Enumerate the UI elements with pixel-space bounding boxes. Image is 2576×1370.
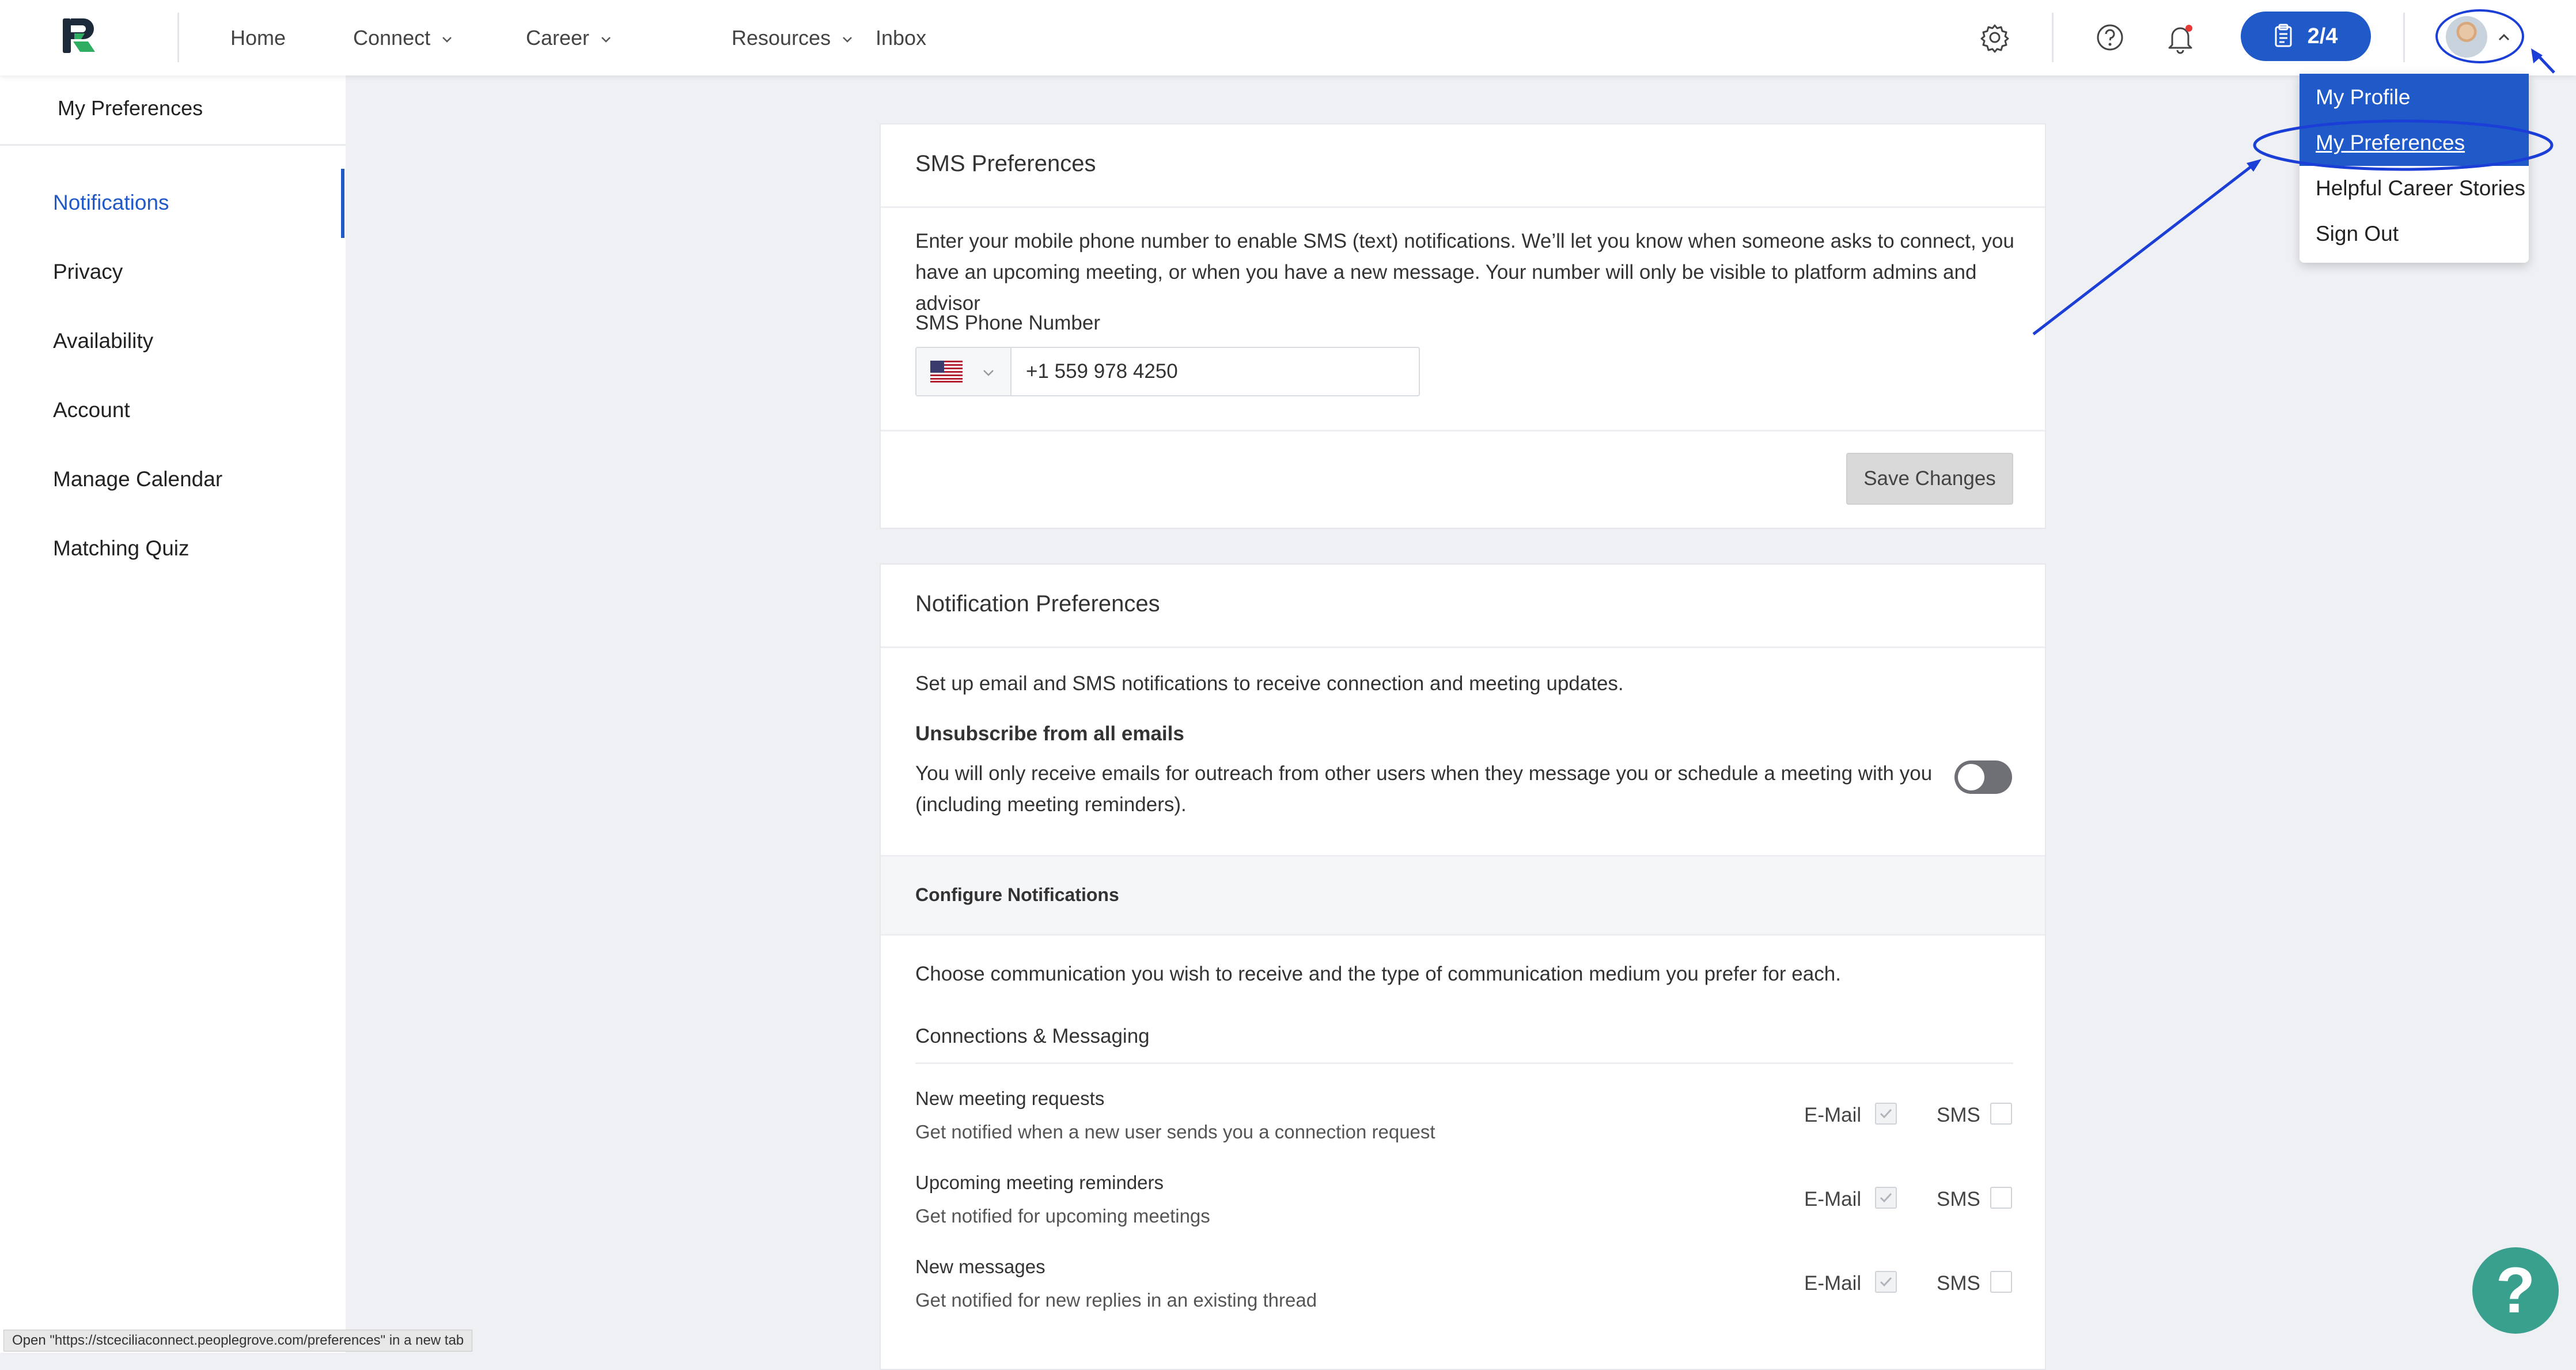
preferences-sidebar: My Preferences Notifications Privacy Ava… xyxy=(0,75,346,1353)
sms-label: SMS xyxy=(1937,1188,1980,1210)
annotation-arrow xyxy=(2032,164,2255,335)
sms-checkbox[interactable] xyxy=(1990,1187,2012,1209)
phone-field-group xyxy=(915,347,1420,396)
notification-row-title: Upcoming meeting reminders xyxy=(915,1172,1164,1193)
menu-item-sign-out[interactable]: Sign Out xyxy=(2316,222,2399,246)
unsubscribe-description: (including meeting reminders). xyxy=(915,793,1187,816)
unsubscribe-description: You will only receive emails for outreac… xyxy=(915,762,1933,785)
help-circle-icon[interactable] xyxy=(2093,21,2127,54)
annotation-circle xyxy=(2435,9,2524,63)
nav-connect[interactable]: Connect xyxy=(353,0,453,75)
divider xyxy=(881,206,2045,208)
menu-item-my-preferences[interactable]: My Preferences xyxy=(2316,131,2465,155)
unsubscribe-toggle[interactable] xyxy=(1954,760,2012,794)
sms-checkbox[interactable] xyxy=(1990,1103,2012,1125)
notification-intro: Set up email and SMS notifications to re… xyxy=(915,672,1624,695)
section-title: Connections & Messaging xyxy=(915,1025,1150,1047)
divider xyxy=(915,1062,2013,1064)
active-indicator xyxy=(341,169,344,238)
sidebar-header: My Preferences xyxy=(0,75,346,146)
email-checkbox[interactable] xyxy=(1875,1187,1897,1209)
card-title: SMS Preferences xyxy=(915,151,1096,176)
sms-label: SMS xyxy=(1937,1272,1980,1295)
configure-description: Choose communication you wish to receive… xyxy=(915,963,1841,985)
bell-icon[interactable] xyxy=(2164,21,2197,54)
unsubscribe-title: Unsubscribe from all emails xyxy=(915,722,1184,745)
nav-career[interactable]: Career xyxy=(526,0,612,75)
email-label: E-Mail xyxy=(1804,1188,1862,1210)
check-icon xyxy=(1880,1277,1892,1287)
top-navbar: Home Connect Career Resources Inbox 2/4 xyxy=(0,0,2576,75)
check-icon xyxy=(1880,1193,1892,1203)
sidebar-item-account[interactable]: Account xyxy=(53,398,130,422)
nav-inbox[interactable]: Inbox xyxy=(876,0,926,75)
menu-item-my-profile[interactable]: My Profile xyxy=(2316,85,2410,109)
configure-notifications-title: Configure Notifications xyxy=(915,884,1119,905)
save-changes-button[interactable]: Save Changes xyxy=(1846,453,2013,505)
sidebar-item-privacy[interactable]: Privacy xyxy=(53,260,123,284)
divider xyxy=(881,855,2045,857)
phone-label: SMS Phone Number xyxy=(915,312,1100,334)
email-label: E-Mail xyxy=(1804,1104,1862,1126)
sidebar-item-availability[interactable]: Availability xyxy=(53,329,153,353)
nav-divider xyxy=(177,13,179,62)
notification-row-desc: Get notified for new replies in an exist… xyxy=(915,1289,1317,1311)
sms-label: SMS xyxy=(1937,1104,1980,1126)
status-bar-url: Open "https://stceciliaconnect.peoplegro… xyxy=(3,1330,473,1352)
user-menu-toggle[interactable] xyxy=(2435,9,2529,66)
divider xyxy=(881,934,2045,936)
configure-notifications-band: Configure Notifications xyxy=(881,855,2045,936)
annotation-arrowhead xyxy=(2247,159,2261,172)
notification-row-desc: Get notified when a new user sends you a… xyxy=(915,1121,1435,1142)
settings-icon[interactable] xyxy=(1978,21,2011,54)
chevron-down-icon xyxy=(843,37,852,43)
check-icon xyxy=(1880,1108,1892,1119)
menu-item-helpful-career-stories[interactable]: Helpful Career Stories xyxy=(2316,176,2525,200)
notification-row-desc: Get notified for upcoming meetings xyxy=(915,1205,1210,1227)
help-chat-button[interactable]: ? xyxy=(2472,1247,2559,1334)
sidebar-item-manage-calendar[interactable]: Manage Calendar xyxy=(53,467,222,491)
chevron-down-icon xyxy=(601,37,611,43)
divider xyxy=(881,646,2045,648)
sms-preferences-card: SMS Preferences Enter your mobile phone … xyxy=(880,123,2046,529)
card-title: Notification Preferences xyxy=(915,591,1160,616)
chevron-down-icon xyxy=(983,370,994,376)
email-label: E-Mail xyxy=(1804,1272,1862,1295)
nav-resources[interactable]: Resources xyxy=(732,0,854,75)
nav-home[interactable]: Home xyxy=(230,0,286,75)
us-flag-icon xyxy=(930,361,963,383)
toggle-knob xyxy=(1958,764,1984,790)
sms-phone-input[interactable] xyxy=(1011,348,1418,395)
user-dropdown-menu: My Profile My Preferences Helpful Career… xyxy=(2300,74,2529,263)
onboarding-progress-button[interactable]: 2/4 xyxy=(2241,12,2371,61)
sidebar-item-matching-quiz[interactable]: Matching Quiz xyxy=(53,536,190,561)
sidebar-item-notifications[interactable]: Notifications xyxy=(53,191,169,215)
notification-preferences-card: Notification Preferences Set up email an… xyxy=(880,563,2046,1370)
email-checkbox[interactable] xyxy=(1875,1271,1897,1293)
sms-checkbox[interactable] xyxy=(1990,1271,2012,1293)
country-code-select[interactable] xyxy=(916,348,1012,395)
notification-row-title: New meeting requests xyxy=(915,1088,1105,1109)
divider xyxy=(881,430,2045,432)
nav-divider xyxy=(2403,13,2405,62)
sidebar-title: My Preferences xyxy=(58,96,203,120)
peoplegrove-logo[interactable] xyxy=(59,16,99,55)
nav-divider xyxy=(2052,13,2054,62)
clipboard-icon xyxy=(2275,24,2292,47)
chevron-down-icon xyxy=(442,37,452,43)
email-checkbox[interactable] xyxy=(1875,1103,1897,1125)
sms-description-line: Enter your mobile phone number to enable… xyxy=(915,230,2014,252)
notification-row-title: New messages xyxy=(915,1256,1045,1277)
